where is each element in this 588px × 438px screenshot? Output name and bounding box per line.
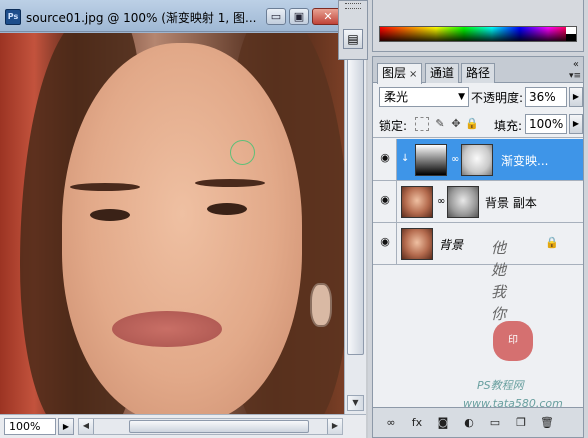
link-icon[interactable]: ∞: [383, 416, 399, 430]
seal-stamp: 印: [493, 321, 533, 361]
tab-layers[interactable]: 图层 ×: [377, 63, 423, 84]
color-panel: [372, 0, 584, 52]
blend-row: 柔光 ▼ 不透明度: 36% ▶: [373, 84, 583, 112]
dock-grip[interactable]: [345, 3, 361, 9]
tab-paths[interactable]: 路径: [461, 63, 496, 83]
layer-thumbnail[interactable]: [401, 186, 433, 218]
fill-field[interactable]: 100%: [525, 114, 567, 134]
watermark-text: PS教程网: [477, 379, 524, 392]
history-panel-button[interactable]: ▤: [343, 29, 363, 49]
opacity-label: 不透明度:: [471, 91, 524, 105]
layer-name[interactable]: 背景: [439, 236, 463, 253]
face: [62, 43, 302, 414]
layers-bottom-bar: ∞ fx ◙ ◐ ▭ ❐ 🗑: [373, 407, 583, 437]
image-canvas[interactable]: [0, 33, 344, 414]
status-menu-button[interactable]: ▶: [58, 418, 74, 435]
layers-panel: 图层× 通道 路径 « ▾≡ 柔光 ▼ 不透明度: 36% ▶ 锁定: ✎ ✥: [372, 56, 584, 438]
blend-mode-select[interactable]: 柔光 ▼: [379, 87, 469, 107]
eye-icon: ◉: [380, 151, 390, 164]
document-window: Ps source01.jpg @ 100% (渐变映射 1, 图... ▭ ▣…: [0, 0, 366, 438]
left-eye: [90, 209, 130, 221]
panel-area: 图层× 通道 路径 « ▾≡ 柔光 ▼ 不透明度: 36% ▶ 锁定: ✎ ✥: [368, 0, 588, 438]
tab-channels[interactable]: 通道: [425, 63, 460, 83]
fx-icon[interactable]: fx: [409, 416, 425, 430]
mask-icon[interactable]: ◙: [435, 416, 451, 430]
photoshop-icon: Ps: [5, 9, 21, 25]
zoom-field[interactable]: 100%: [4, 418, 56, 435]
right-eyebrow: [195, 179, 265, 187]
color-spectrum[interactable]: [379, 26, 577, 42]
chain-link-icon[interactable]: ∞: [451, 154, 459, 165]
eye-icon: ◉: [380, 235, 390, 248]
brush-cursor: [230, 140, 255, 165]
adjustment-icon[interactable]: ◐: [461, 416, 477, 430]
vertical-scroll-thumb[interactable]: [347, 55, 364, 355]
visibility-toggle[interactable]: ◉: [373, 181, 397, 222]
clip-arrow-icon: ↓: [401, 153, 410, 164]
layer-row-gradient-map[interactable]: ◉ ↓ ∞ 渐变映...: [373, 139, 583, 181]
fill-slider-button[interactable]: ▶: [569, 114, 583, 134]
left-eyebrow: [70, 183, 140, 191]
layer-name[interactable]: 渐变映...: [501, 152, 548, 169]
horizontal-scroll-thumb[interactable]: [129, 420, 309, 433]
lips: [112, 311, 222, 347]
blend-mode-value: 柔光: [384, 90, 409, 104]
adjustment-thumbnail[interactable]: [415, 144, 447, 176]
lock-all-icon[interactable]: 🔒: [465, 117, 479, 131]
layer-thumbnail[interactable]: [401, 228, 433, 260]
lock-transparency-icon[interactable]: [415, 117, 429, 131]
black-white-swatch[interactable]: [566, 27, 576, 41]
lock-fill-row: 锁定: ✎ ✥ 🔒 填充: 100% ▶: [373, 112, 583, 138]
maximize-icon: ▣: [293, 10, 305, 23]
document-titlebar[interactable]: Ps source01.jpg @ 100% (渐变映射 1, 图... ▭ ▣…: [0, 0, 366, 32]
scroll-right-arrow-icon[interactable]: ▶: [327, 419, 342, 434]
new-layer-icon[interactable]: ❐: [513, 416, 529, 430]
eye-icon: ◉: [380, 193, 390, 206]
chevron-down-icon: ▼: [458, 92, 465, 102]
layer-mask-thumbnail[interactable]: [461, 144, 493, 176]
lock-pixels-icon[interactable]: ✎: [433, 117, 447, 131]
earring: [310, 283, 332, 327]
layer-mask-thumbnail[interactable]: [447, 186, 479, 218]
vertical-scrollbar[interactable]: ▲ ▼: [344, 33, 366, 414]
tab-channels-label: 通道: [430, 66, 455, 80]
document-title: source01.jpg @ 100% (渐变映射 1, 图...: [26, 11, 257, 25]
minimize-button[interactable]: ▭: [266, 8, 286, 25]
dock-strip: ▤: [338, 0, 368, 60]
lock-position-icon[interactable]: ✥: [449, 117, 463, 131]
tab-layers-label: 图层: [382, 66, 407, 80]
scroll-left-arrow-icon[interactable]: ◀: [79, 419, 94, 434]
tab-close-icon[interactable]: ×: [409, 69, 417, 80]
visibility-toggle[interactable]: ◉: [373, 139, 397, 180]
horizontal-scrollbar[interactable]: ◀ ▶: [78, 418, 343, 435]
tab-paths-label: 路径: [466, 66, 491, 80]
status-bar: 100% ▶ ◀ ▶: [0, 414, 366, 438]
scroll-down-arrow-icon[interactable]: ▼: [347, 395, 364, 411]
layer-name[interactable]: 背景 副本: [485, 194, 537, 211]
panel-menu-icon[interactable]: ▾≡: [569, 71, 581, 81]
visibility-toggle[interactable]: ◉: [373, 223, 397, 264]
panel-collapse-icon[interactable]: «: [573, 59, 579, 70]
layer-row-background-copy[interactable]: ◉ ∞ 背景 副本: [373, 181, 583, 223]
opacity-slider-button[interactable]: ▶: [569, 87, 583, 107]
chain-link-icon[interactable]: ∞: [437, 196, 445, 207]
opacity-field[interactable]: 36%: [525, 87, 567, 107]
fill-label: 填充:: [494, 119, 523, 133]
right-eye: [207, 203, 247, 215]
minimize-icon: ▭: [270, 10, 282, 23]
lock-label: 锁定:: [379, 119, 408, 133]
layers-panel-tabbar: 图层 × 通道 路径 « ▾≡: [373, 57, 583, 84]
maximize-button[interactable]: ▣: [289, 8, 309, 25]
trash-icon[interactable]: 🗑: [539, 416, 555, 430]
group-icon[interactable]: ▭: [487, 416, 503, 430]
